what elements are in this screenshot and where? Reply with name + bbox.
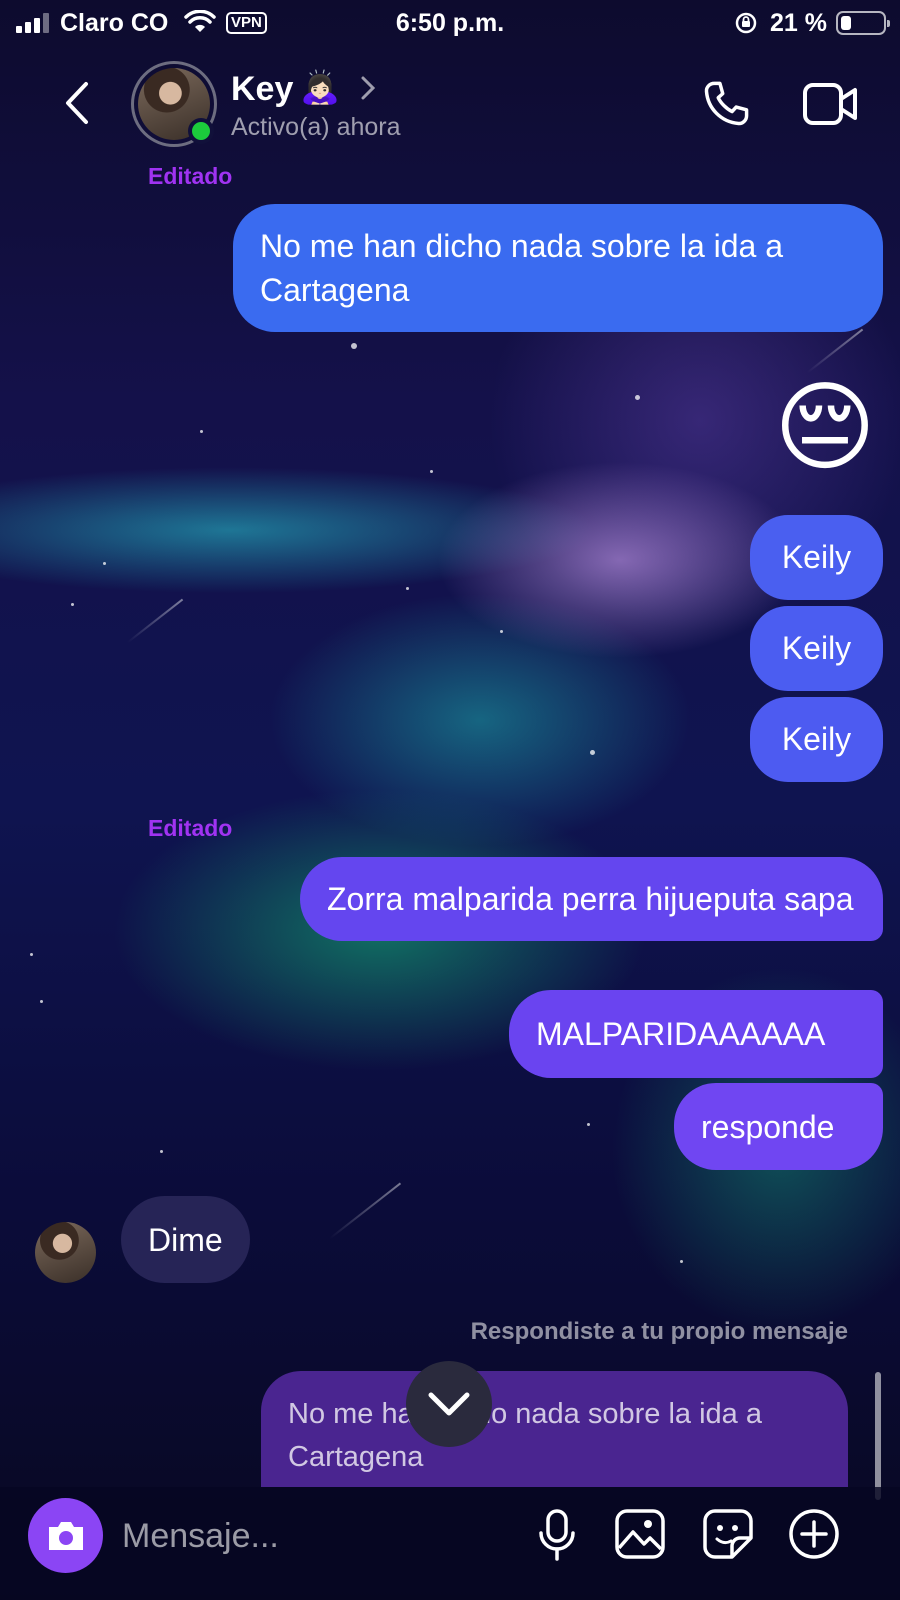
clock: 6:50 p.m. (395, 9, 505, 37)
scrollbar[interactable] (875, 1372, 881, 1500)
status-bar: Claro CO VPN 6:50 p.m. 21 % (0, 0, 900, 46)
sent-message[interactable]: Keily (750, 697, 883, 782)
chevron-down-icon (428, 1392, 470, 1416)
sent-message[interactable]: MALPARIDAAAAAA (509, 990, 883, 1078)
battery-icon (836, 11, 890, 35)
camera-button[interactable] (28, 1498, 103, 1573)
sent-emoji-message[interactable]: 😔 (774, 372, 876, 482)
received-message[interactable]: Dime (121, 1196, 250, 1283)
phone-icon[interactable] (700, 78, 752, 130)
sent-message[interactable]: Keily (750, 515, 883, 600)
plus-circle-icon[interactable] (788, 1508, 840, 1560)
video-icon[interactable] (802, 82, 858, 126)
sent-message[interactable]: Zorra malparida perra hijueputa sapa (300, 857, 883, 941)
online-indicator (188, 118, 214, 144)
image-icon[interactable] (614, 1508, 666, 1560)
chevron-right-icon[interactable] (358, 74, 378, 102)
camera-icon (48, 1521, 83, 1550)
reply-note: Respondiste a tu propio mensaje (470, 1318, 848, 1345)
contact-name-emoji: 🙇🏻‍♀️ (300, 69, 340, 105)
contact-status: Activo(a) ahora (231, 113, 401, 141)
edited-label: Editado (148, 163, 233, 189)
message-input[interactable] (122, 1510, 502, 1562)
reply-quoted-message[interactable]: No me han dicho nada sobre la ida a Cart… (261, 1371, 848, 1487)
sent-message[interactable]: No me han dicho nada sobre la ida a Cart… (233, 204, 883, 332)
sent-message[interactable]: Keily (750, 606, 883, 691)
battery-percentage: 21 % (770, 9, 827, 37)
microphone-icon[interactable] (537, 1508, 577, 1562)
sender-avatar[interactable] (35, 1222, 96, 1283)
scroll-to-bottom-button[interactable] (406, 1361, 492, 1447)
back-icon[interactable] (58, 78, 98, 128)
contact-name[interactable]: Key (231, 70, 293, 109)
sent-message[interactable]: responde (674, 1083, 883, 1170)
sticker-icon[interactable] (702, 1508, 754, 1560)
edited-label: Editado (148, 815, 233, 841)
rotation-lock-icon (735, 12, 757, 34)
